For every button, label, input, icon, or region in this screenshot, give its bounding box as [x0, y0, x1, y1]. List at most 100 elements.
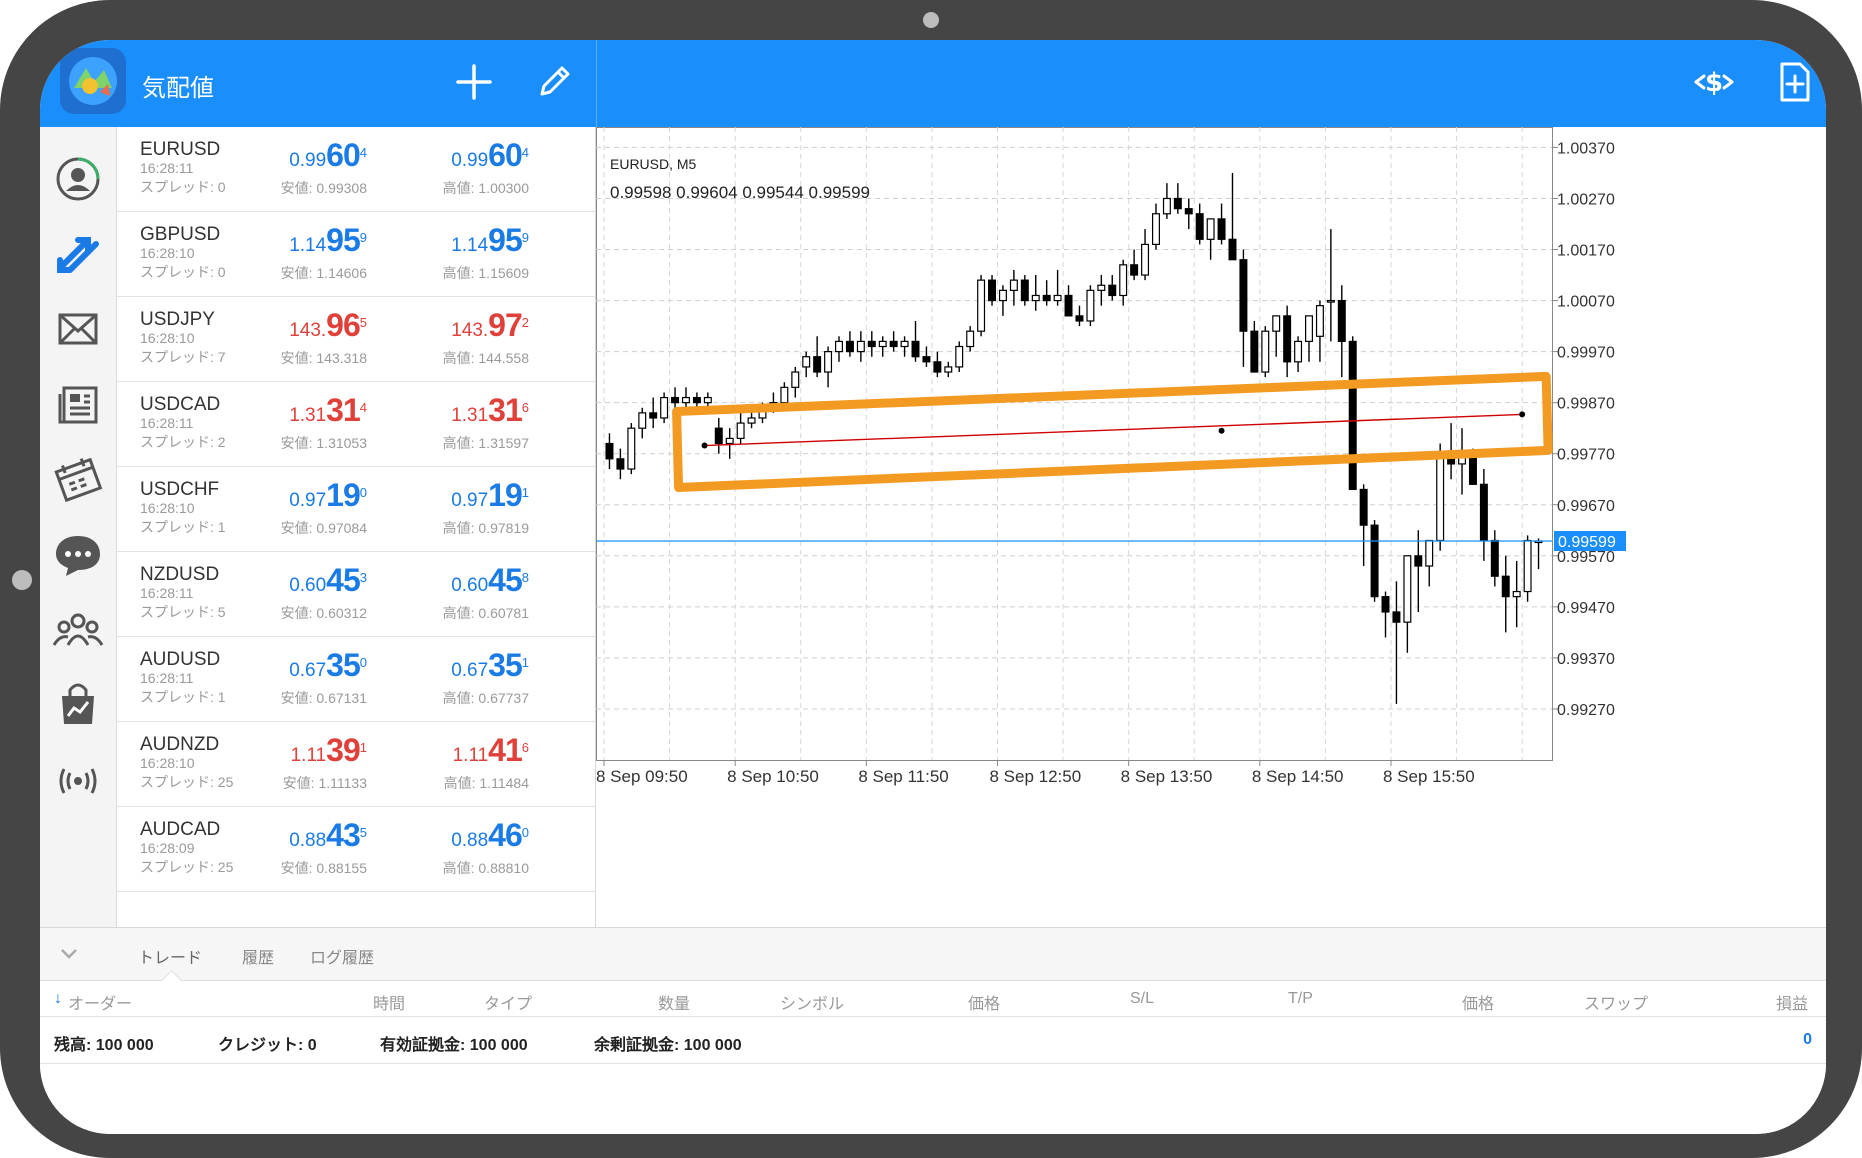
quote-spread: スプレッド: 7	[140, 349, 226, 365]
ask-price-point: 9	[521, 230, 529, 245]
bid-price-point: 0	[359, 655, 367, 670]
collapse-chevron-icon[interactable]	[58, 942, 80, 969]
ask-price[interactable]: 0.60458	[379, 562, 529, 604]
col-profit[interactable]: 損益	[1776, 990, 1808, 1014]
y-tick-label: 1.00270	[1557, 191, 1615, 208]
bid-price[interactable]: 0.88435	[217, 817, 367, 859]
bid-price-point: 3	[359, 570, 367, 585]
bid-price[interactable]: 0.97190	[217, 477, 367, 519]
candle-body	[1141, 243, 1150, 276]
ask-price[interactable]: 0.67351	[379, 647, 529, 689]
quote-time: 16:28:09	[140, 840, 195, 856]
ask-price-point: 0	[521, 825, 529, 840]
bid-price-prefix: 1.31	[289, 405, 327, 426]
quote-spread: スプレッド: 2	[140, 434, 226, 450]
quote-row-audnzd[interactable]: AUDNZD 16:28:10 スプレッド: 25 1.11391 1.11416 安値:…	[117, 722, 595, 807]
candle-body	[998, 289, 1007, 302]
community-icon[interactable]	[46, 597, 110, 661]
bid-price-pips: 39	[326, 732, 361, 768]
candle-body	[813, 356, 822, 373]
ask-price[interactable]: 143.972	[379, 307, 529, 349]
candle-body	[889, 340, 898, 348]
quote-row-usdcad[interactable]: USDCAD 16:28:11 スプレッド: 2 1.31314 1.31316 安値: …	[117, 382, 595, 467]
bid-price[interactable]: 1.14959	[217, 222, 367, 264]
col-swap[interactable]: スワップ	[1584, 990, 1648, 1014]
quote-row-usdchf[interactable]: USDCHF 16:28:10 スプレッド: 1 0.97190 0.97191 安値: …	[117, 467, 595, 552]
bid-price-point: 0	[359, 485, 367, 500]
ask-price[interactable]: 0.99604	[379, 137, 529, 179]
x-tick-label: 8 Sep 15:50	[1383, 767, 1475, 786]
quote-row-gbpusd[interactable]: GBPUSD 16:28:10 スプレッド: 0 1.14959 1.14959 安値: …	[117, 212, 595, 297]
col-volume[interactable]: 数量	[658, 990, 690, 1014]
bid-price[interactable]: 1.31314	[217, 392, 367, 434]
market-icon[interactable]	[46, 672, 110, 736]
col-price-current[interactable]: 価格	[1462, 990, 1494, 1014]
bid-price[interactable]: 0.60453	[217, 562, 367, 604]
tab-log-history[interactable]: ログ履歴	[310, 944, 374, 968]
chat-icon[interactable]	[46, 522, 110, 586]
calendar-icon[interactable]	[46, 447, 110, 511]
ask-price[interactable]: 0.88460	[379, 817, 529, 859]
bid-price-pips: 60	[326, 137, 361, 173]
low-price: 安値: 1.14606	[280, 265, 367, 281]
col-order[interactable]: オーダー	[68, 990, 132, 1014]
ask-price[interactable]: 1.31316	[379, 392, 529, 434]
candle-body	[1097, 284, 1106, 291]
account-icon[interactable]	[46, 147, 110, 211]
bid-price-prefix: 0.97	[289, 490, 327, 511]
quote-row-eurusd[interactable]: EURUSD 16:28:11 スプレッド: 0 0.99604 0.99604 安値: …	[117, 127, 595, 212]
news-icon[interactable]	[46, 372, 110, 436]
candle-body	[988, 279, 997, 302]
chart-canvas[interactable]: 1.00370 1.00270 1.00170 1.00070 0.99970 0.998…	[596, 127, 1826, 927]
col-price[interactable]: 価格	[968, 990, 1000, 1014]
quote-row-audcad[interactable]: AUDCAD 16:28:09 スプレッド: 25 0.88435 0.88460 安値:…	[117, 807, 595, 892]
candle-body	[649, 412, 658, 419]
bid-price-prefix: 0.67	[289, 660, 327, 681]
tab-trade[interactable]: トレード	[138, 944, 202, 968]
trade-dollar-icon[interactable]: $	[1690, 58, 1738, 106]
signals-icon[interactable]	[46, 747, 110, 811]
candle-body	[1337, 299, 1346, 343]
app-logo-icon[interactable]	[60, 48, 126, 114]
ask-price-pips: 31	[488, 392, 523, 428]
col-symbol[interactable]: シンボル	[780, 990, 844, 1014]
quote-time: 16:28:10	[140, 500, 195, 516]
ask-price-pips: 60	[488, 137, 523, 173]
trade-arrows-icon[interactable]	[46, 222, 110, 286]
candle-body	[1217, 218, 1226, 240]
svg-text:$: $	[1705, 68, 1723, 98]
add-symbol-icon[interactable]	[450, 58, 498, 106]
new-order-icon[interactable]	[1770, 58, 1818, 106]
candle-body	[1020, 279, 1029, 302]
col-sl[interactable]: S/L	[1130, 990, 1154, 1008]
ask-price-pips: 95	[488, 222, 523, 258]
bid-price-pips: 43	[326, 817, 361, 853]
ask-price[interactable]: 1.11416	[379, 732, 529, 774]
y-tick-label: 0.99270	[1557, 702, 1615, 719]
bid-price-pips: 31	[326, 392, 361, 428]
quote-row-audusd[interactable]: AUDUSD 16:28:11 スプレッド: 1 0.67350 0.67351 安値: …	[117, 637, 595, 722]
quote-row-usdjpy[interactable]: USDJPY 16:28:10 スプレッド: 7 143.965 143.972 安値: …	[117, 297, 595, 382]
quote-row-nzdusd[interactable]: NZDUSD 16:28:11 スプレッド: 5 0.60453 0.60458 安値: …	[117, 552, 595, 637]
candle-body	[966, 330, 975, 348]
low-price: 安値: 0.60312	[280, 605, 367, 621]
bid-price[interactable]: 0.99604	[217, 137, 367, 179]
col-tp[interactable]: T/P	[1288, 990, 1313, 1008]
candle-body	[856, 340, 865, 353]
mail-icon[interactable]	[46, 297, 110, 361]
trendline-anchor	[1218, 427, 1225, 434]
bid-price[interactable]: 0.67350	[217, 647, 367, 689]
ask-price[interactable]: 1.14959	[379, 222, 529, 264]
bid-price[interactable]: 1.11391	[217, 732, 367, 774]
col-time[interactable]: 時間	[373, 990, 405, 1014]
bid-price[interactable]: 143.965	[217, 307, 367, 349]
tab-history[interactable]: 履歴	[242, 944, 274, 968]
high-price: 高値: 0.60781	[442, 605, 529, 621]
candle-body	[1403, 555, 1412, 623]
col-type[interactable]: タイプ	[484, 990, 532, 1014]
sort-arrow-icon[interactable]: ↓	[54, 990, 62, 1008]
ask-price-point: 8	[521, 570, 529, 585]
edit-pencil-icon[interactable]	[530, 58, 578, 106]
ask-price[interactable]: 0.97191	[379, 477, 529, 519]
price-chart[interactable]: 1.00370 1.00270 1.00170 1.00070 0.99970 0.998…	[596, 127, 1826, 927]
